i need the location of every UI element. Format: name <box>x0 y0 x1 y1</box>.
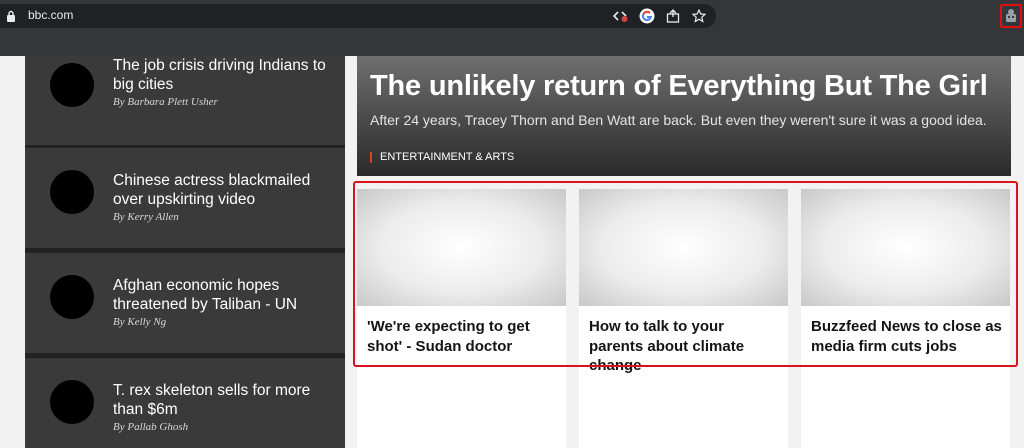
share-icon[interactable] <box>664 7 682 25</box>
story-item[interactable]: Afghan economic hopes threatened by Tali… <box>25 253 345 353</box>
story-byline: By Kelly Ng <box>113 316 167 328</box>
most-read-column: The job crisis driving Indians to big ci… <box>25 56 345 448</box>
card-title[interactable]: How to talk to your parents about climat… <box>589 317 781 376</box>
section-tag[interactable]: ENTERTAINMENT & ARTS <box>370 152 514 163</box>
story-title[interactable]: T. rex skeleton sells for more than $6m <box>113 381 333 419</box>
story-title[interactable]: Chinese actress blackmailed over upskirt… <box>113 171 333 209</box>
lock-icon[interactable] <box>6 10 16 22</box>
story-byline: By Kerry Allen <box>113 211 179 223</box>
extension-icon[interactable] <box>1000 4 1022 28</box>
bbc-page: The job crisis driving Indians to big ci… <box>0 56 1024 448</box>
story-thumbnail[interactable] <box>50 170 94 214</box>
story-item[interactable]: T. rex skeleton sells for more than $6m … <box>25 358 345 448</box>
story-card[interactable]: 'We're expecting to get shot' - Sudan do… <box>357 189 566 448</box>
star-icon[interactable] <box>690 7 708 25</box>
story-byline: By Pallab Ghosh <box>113 421 189 433</box>
story-byline: By Barbara Plett Usher <box>113 96 218 108</box>
card-title[interactable]: 'We're expecting to get shot' - Sudan do… <box>367 317 559 356</box>
hero-summary: After 24 years, Tracey Thorn and Ben Wat… <box>370 112 987 128</box>
card-image-placeholder[interactable] <box>357 189 566 306</box>
story-thumbnail[interactable] <box>50 63 94 107</box>
card-title[interactable]: Buzzfeed News to close as media firm cut… <box>811 317 1003 356</box>
story-title[interactable]: Afghan economic hopes threatened by Tali… <box>113 276 333 314</box>
cast-blocked-icon[interactable] <box>612 7 630 25</box>
card-image-placeholder[interactable] <box>801 189 1010 306</box>
hero-story[interactable]: The unlikely return of Everything But Th… <box>357 56 1011 176</box>
address-bar[interactable]: bbc.com <box>0 4 716 28</box>
story-title[interactable]: The job crisis driving Indians to big ci… <box>113 56 333 94</box>
story-thumbnail[interactable] <box>50 275 94 319</box>
card-image-placeholder[interactable] <box>579 189 788 306</box>
story-thumbnail[interactable] <box>50 380 94 424</box>
story-card[interactable]: How to talk to your parents about climat… <box>579 189 788 448</box>
google-icon[interactable] <box>638 7 656 25</box>
story-card[interactable]: Buzzfeed News to close as media firm cut… <box>801 189 1010 448</box>
story-cards: 'We're expecting to get shot' - Sudan do… <box>357 189 1011 448</box>
url-text[interactable]: bbc.com <box>28 8 73 22</box>
hero-title[interactable]: The unlikely return of Everything But Th… <box>370 70 988 103</box>
story-item[interactable]: The job crisis driving Indians to big ci… <box>25 56 345 145</box>
story-item[interactable]: Chinese actress blackmailed over upskirt… <box>25 148 345 248</box>
browser-toolbar: bbc.com <box>0 0 1024 56</box>
